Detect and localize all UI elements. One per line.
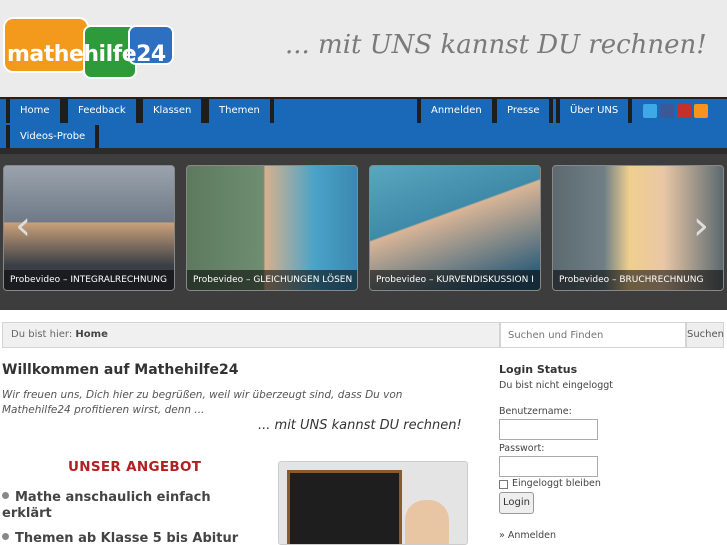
- logo-text-right: 24: [136, 42, 166, 67]
- nav-item-anmelden[interactable]: Anmelden: [417, 99, 496, 123]
- slide-caption: Probevideo – BRUCHRECHNUNG: [553, 270, 723, 290]
- teacher-photo: [278, 461, 468, 545]
- header-slogan: ... mit UNS kannst DU rechnen!: [285, 30, 707, 60]
- slide-caption: Probevideo – GLEICHUNGEN LÖSEN: [187, 270, 357, 290]
- register-link[interactable]: » Anmelden: [499, 530, 556, 541]
- youtube-icon[interactable]: [677, 104, 691, 118]
- nav-item-klassen[interactable]: Klassen: [138, 99, 206, 123]
- site-header: mathehilfe24 ... mit UNS kannst DU rechn…: [0, 0, 727, 97]
- page-title: Willkommen auf Mathehilfe24: [2, 362, 239, 378]
- facebook-icon[interactable]: [660, 104, 674, 118]
- nav-item-home[interactable]: Home: [6, 99, 64, 123]
- username-field[interactable]: [499, 419, 598, 440]
- slide-caption: Probevideo – KURVENDISKUSSION I: [370, 270, 540, 290]
- nav-item-ueber-uns[interactable]: Über UNS: [555, 99, 633, 123]
- remember-label: Eingeloggt bleiben: [512, 478, 601, 489]
- login-status-title: Login Status: [499, 363, 578, 376]
- video-slider: Probevideo – INTEGRALRECHNUNG Probevideo…: [0, 154, 727, 310]
- bullet-icon: [2, 533, 9, 540]
- slider-prev-arrow-icon[interactable]: ‹: [8, 206, 38, 246]
- login-status-text: Du bist nicht eingeloggt: [499, 380, 613, 391]
- password-field[interactable]: [499, 456, 598, 477]
- main-navigation: Home Feedback Klassen Themen Anmelden Pr…: [0, 97, 727, 152]
- breadcrumb-current[interactable]: Home: [75, 329, 107, 340]
- offer-heading: UNSER ANGEBOT: [68, 459, 202, 475]
- logo-text: mathehilfe24: [7, 42, 166, 67]
- breadcrumb-prefix: Du bist hier:: [11, 329, 73, 340]
- nav-item-presse[interactable]: Presse: [492, 99, 555, 123]
- chalkboard: [287, 470, 402, 544]
- site-logo[interactable]: mathehilfe24: [3, 17, 175, 79]
- logo-text-middle: hilfe: [83, 42, 137, 67]
- slide-gleichungen-loesen[interactable]: Probevideo – GLEICHUNGEN LÖSEN: [186, 165, 358, 291]
- search-button[interactable]: Suchen: [686, 322, 724, 348]
- slide-caption: Probevideo – INTEGRALRECHNUNG: [4, 270, 174, 290]
- twitter-icon[interactable]: [643, 104, 657, 118]
- intro-text: Wir freuen uns, Dich hier zu begrüßen, w…: [2, 389, 403, 416]
- feature-item: Themen ab Klasse 5 bis Abitur: [2, 531, 262, 545]
- feature-item: Mathe anschaulich einfach erklärt: [2, 490, 232, 522]
- slide-kurvendiskussion[interactable]: Probevideo – KURVENDISKUSSION I: [369, 165, 541, 291]
- logo-text-left: mathe: [7, 42, 84, 67]
- breadcrumb: Du bist hier: Home: [2, 322, 500, 348]
- remember-checkbox[interactable]: [499, 480, 508, 489]
- nav-item-themen[interactable]: Themen: [205, 99, 274, 123]
- nav-item-feedback[interactable]: Feedback: [64, 99, 140, 123]
- bullet-icon: [2, 492, 9, 499]
- feature-text: Mathe anschaulich einfach erklärt: [2, 490, 211, 521]
- username-label: Benutzername:: [499, 406, 572, 417]
- motto-text: ... mit UNS kannst DU rechnen!: [258, 418, 462, 433]
- feature-text: Themen ab Klasse 5 bis Abitur: [15, 531, 239, 545]
- child-figure: [405, 500, 449, 544]
- slider-next-arrow-icon[interactable]: ›: [686, 206, 716, 246]
- search-input[interactable]: [500, 322, 686, 348]
- nav-item-videos-probe[interactable]: Videos-Probe: [5, 125, 100, 149]
- login-button[interactable]: Login: [499, 492, 534, 514]
- rss-icon[interactable]: [694, 104, 708, 118]
- password-label: Passwort:: [499, 443, 545, 454]
